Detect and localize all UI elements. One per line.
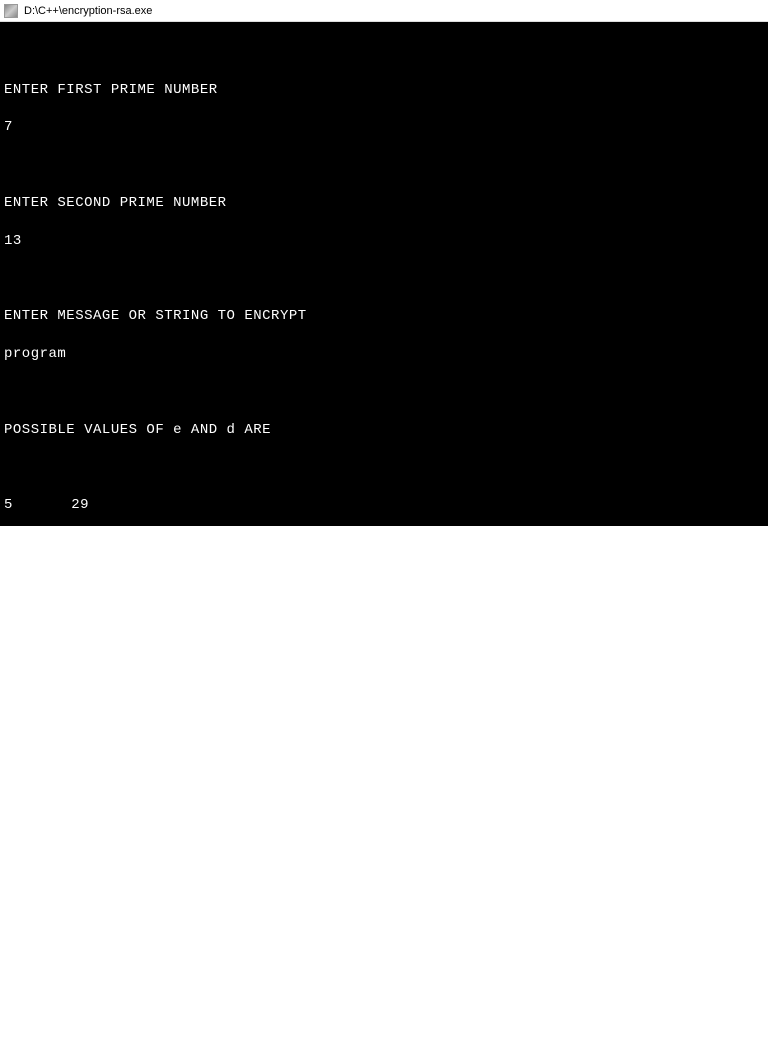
console-output: ENTER FIRST PRIME NUMBER 7 ENTER SECOND … [0, 22, 768, 526]
table-row: 295 [4, 685, 764, 704]
window-title: D:\C++\encryption-rsa.exe [24, 5, 152, 17]
blank-line [4, 383, 764, 402]
col-d: 29 [71, 496, 89, 515]
blank-line [4, 458, 764, 477]
prompt-message: ENTER MESSAGE OR STRING TO ENCRYPT [4, 307, 764, 326]
col-e: 11 [4, 534, 71, 553]
col-d: 5 [71, 685, 80, 704]
exec-time: execution time : 14.021 s [243, 1026, 466, 1042]
blank-line [4, 270, 764, 289]
decrypted-header: THE DECRYPTED MESSAGE IS [4, 912, 764, 931]
col-d: 19 [71, 610, 89, 629]
table-row: 2347 [4, 647, 764, 666]
window-title-bar: D:\C++\encryption-rsa.exe [0, 0, 768, 22]
value-first-prime: 7 [4, 118, 764, 137]
col-d: 7 [71, 723, 80, 742]
col-e: 17 [4, 572, 71, 591]
col-e: 19 [4, 610, 71, 629]
decrypted-value: program [4, 950, 764, 969]
blank-line [4, 987, 764, 1006]
blank-line [4, 761, 764, 780]
blank-line [4, 43, 764, 62]
process-return: Process returned 0 (0x0) [4, 1026, 218, 1042]
col-e: 31 [4, 723, 71, 742]
blank-line [4, 874, 764, 893]
prompt-first-prime: ENTER FIRST PRIME NUMBER [4, 81, 764, 100]
console-icon [4, 4, 18, 18]
encrypted-value: ¬îºƒîam [4, 836, 764, 855]
table-row: 1159 [4, 534, 764, 553]
table-header: POSSIBLE VALUES OF e AND d ARE [4, 421, 764, 440]
process-line: Process returned 0 (0x0) execution time :… [4, 1025, 764, 1044]
table-row: 1717 [4, 572, 764, 591]
col-e: 5 [4, 496, 71, 515]
col-d: 47 [71, 647, 89, 666]
table-row: 317 [4, 723, 764, 742]
value-message: program [4, 345, 764, 364]
col-e: 23 [4, 647, 71, 666]
col-d: 17 [71, 572, 89, 591]
encrypted-header: THE ENCRYPTED MESSAGE IS [4, 799, 764, 818]
table-row: 1919 [4, 610, 764, 629]
col-d: 59 [71, 534, 89, 553]
table-row: 529 [4, 496, 764, 515]
blank-line [4, 156, 764, 175]
col-e: 29 [4, 685, 71, 704]
value-second-prime: 13 [4, 232, 764, 251]
prompt-second-prime: ENTER SECOND PRIME NUMBER [4, 194, 764, 213]
